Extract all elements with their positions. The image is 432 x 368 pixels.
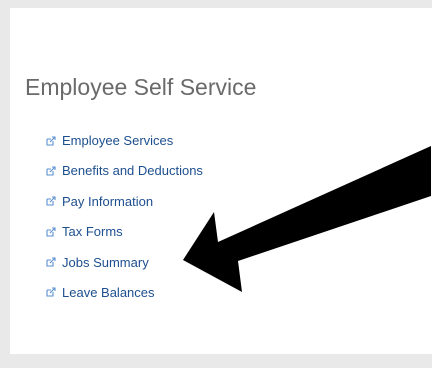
link-label: Tax Forms: [62, 224, 123, 240]
list-item: Jobs Summary: [46, 252, 203, 273]
list-item: Tax Forms: [46, 221, 203, 242]
link-pay-information[interactable]: Pay Information: [46, 194, 153, 209]
link-label: Jobs Summary: [62, 254, 149, 270]
link-list: Employee Services Benefits and Deduction…: [46, 130, 203, 312]
link-leave-balances[interactable]: Leave Balances: [46, 285, 155, 300]
external-link-icon: [46, 166, 56, 176]
external-link-icon: [46, 135, 56, 146]
link-benefits-and-deductions[interactable]: Benefits and Deductions: [46, 163, 203, 178]
list-item: Employee Services: [46, 130, 203, 151]
list-item: Pay Information: [46, 191, 203, 212]
link-label: Pay Information: [62, 193, 154, 209]
external-link-icon: [46, 196, 56, 206]
link-jobs-summary[interactable]: Jobs Summary: [46, 255, 149, 270]
link-tax-forms[interactable]: Tax Forms: [46, 224, 123, 239]
list-item: Benefits and Deductions: [46, 160, 203, 181]
external-link-icon: [46, 287, 56, 298]
list-item: Leave Balances: [46, 282, 203, 303]
link-label: Benefits and Deductions: [62, 163, 203, 179]
section-title: Employee Self Service: [25, 74, 257, 100]
external-link-icon: [46, 257, 56, 267]
link-employee-services[interactable]: Employee Services: [46, 133, 173, 148]
link-label: Employee Services: [62, 133, 174, 148]
link-label: Leave Balances: [62, 284, 155, 300]
page-background: Employee Self Service Employee Services …: [0, 0, 432, 368]
external-link-icon: [46, 227, 56, 237]
